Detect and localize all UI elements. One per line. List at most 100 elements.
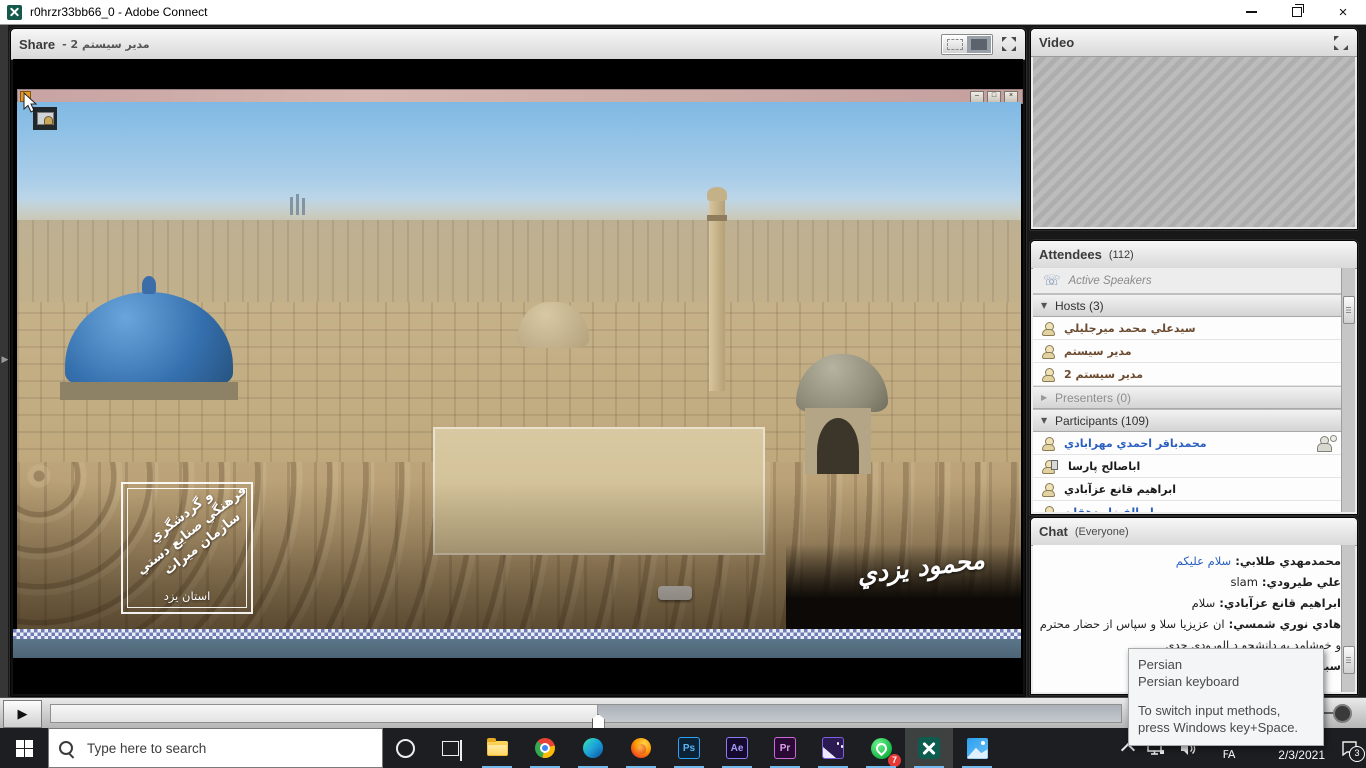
action-center-button[interactable]: 3 (1332, 728, 1366, 768)
whatsapp-icon (871, 738, 892, 759)
taskbar-photos[interactable] (953, 728, 1001, 768)
attendee-avatar-icon (1041, 482, 1056, 497)
chat-sender: ابراهيم قانع عزآبادي (1215, 596, 1341, 610)
window-controls: × (1228, 0, 1366, 24)
task-view-button[interactable] (427, 728, 473, 768)
video-fullscreen-icon[interactable] (1333, 35, 1349, 51)
participant-row[interactable]: ابراهيم قانع عزآبادي (1033, 478, 1355, 501)
shared-maximize-icon: □ (987, 91, 1001, 103)
participant-name: ابوالفضل دهقان (1064, 506, 1154, 513)
full-screen-view-button[interactable] (967, 36, 991, 53)
attendee-avatar-icon (1041, 367, 1056, 382)
taskbar-premiere[interactable]: Pr (761, 728, 809, 768)
edge-icon (583, 738, 603, 758)
host-row[interactable]: مدير سيستم 2 (1033, 363, 1355, 386)
task-view-icon (442, 741, 459, 756)
window-title: r0hrzr33bb66_0 - Adobe Connect (30, 5, 207, 19)
restore-icon (1292, 7, 1302, 17)
play-button[interactable]: ▶ (3, 700, 42, 728)
chat-scope: (Everyone) (1075, 526, 1129, 538)
mobile-device-icon (1051, 460, 1058, 470)
taskbar-search-input[interactable] (85, 740, 372, 757)
chat-scrollbar-thumb[interactable] (1343, 646, 1355, 674)
taskbar-firefox[interactable] (617, 728, 665, 768)
tooltip-hint: To switch input methods, press Windows k… (1138, 702, 1314, 736)
input-method-tooltip: Persian Persian keyboard To switch input… (1128, 648, 1324, 746)
chat-text: سلام (1192, 596, 1216, 610)
video-pod-title: Video (1039, 35, 1074, 50)
host-row[interactable]: سيدعلي محمد ميرجليلي (1033, 317, 1355, 340)
tooltip-spacer (1138, 690, 1314, 702)
firefox-icon (631, 738, 651, 758)
raised-hand-icon (1315, 435, 1337, 451)
presenter-view-button[interactable] (943, 36, 967, 53)
search-icon (59, 741, 73, 755)
seek-progress (51, 705, 598, 722)
presenters-section-header[interactable]: ▶ Presenters (0) (1033, 386, 1355, 409)
video-pod-empty-area (1033, 57, 1355, 227)
shared-video-frame: و گردشگري فرهنگي صنايع دستي سازمان ميراث… (17, 102, 1021, 629)
taskbar-chrome[interactable] (521, 728, 569, 768)
chat-sender: علي طيرودي (1258, 575, 1341, 589)
attendees-list: ☏ Active Speakers ▼ Hosts (3) سيدعلي محم… (1033, 268, 1355, 512)
attendee-avatar-icon (1041, 321, 1056, 336)
adobe-connect-icon (918, 737, 940, 759)
volume-knob[interactable] (1333, 704, 1352, 723)
taskbar-adobe-app[interactable] (809, 728, 857, 768)
chat-text: سلام عليكم (1176, 554, 1231, 568)
attendees-scrollbar-thumb[interactable] (1343, 296, 1355, 324)
hosts-section-header[interactable]: ▼ Hosts (3) (1033, 294, 1355, 317)
close-button[interactable]: × (1320, 0, 1366, 24)
phone-icon: ☏ (1043, 273, 1061, 289)
attendee-avatar-icon (1041, 436, 1056, 451)
file-explorer-icon (487, 741, 508, 756)
taskbar-adobe-connect[interactable] (905, 728, 953, 768)
participants-label: Participants (109) (1055, 414, 1149, 428)
taskbar-edge[interactable] (569, 728, 617, 768)
host-name: مدير سيستم (1064, 345, 1132, 358)
participant-row[interactable]: ابوالفضل دهقان (1033, 501, 1355, 512)
video-pod: Video (1030, 28, 1358, 230)
taskbar-search[interactable] (48, 728, 383, 768)
share-pod: Share مدير سيستم 2 - ▶ – □ × (10, 28, 1026, 697)
notification-badge: 3 (1349, 746, 1365, 762)
tooltip-language: Persian (1138, 656, 1314, 673)
participant-row[interactable]: اباصالح پارسا (1033, 455, 1355, 478)
cortana-button[interactable] (383, 728, 427, 768)
taskbar-whatsapp[interactable]: 7 (857, 728, 905, 768)
chat-message: ابراهيم قانع عزآباديسلام (1039, 593, 1345, 614)
presenters-label: Presenters (0) (1055, 391, 1131, 405)
collapse-triangle-icon: ▼ (1041, 301, 1055, 310)
taskbar-after-effects[interactable]: Ae (713, 728, 761, 768)
participant-row[interactable]: محمدباقر احمدي مهرابادي (1033, 432, 1355, 455)
panel-expander-arrow[interactable]: ▶ (0, 351, 10, 369)
chat-message: محمدمهدي طلابيسلام عليكم (1039, 551, 1345, 572)
host-row[interactable]: مدير سيستم (1033, 340, 1355, 363)
chat-pod-title: Chat (1039, 524, 1068, 539)
participant-name: اباصالح پارسا (1068, 460, 1140, 473)
start-button[interactable] (0, 728, 48, 768)
attendees-pod-title: Attendees (1039, 247, 1102, 262)
chat-scrollbar[interactable] (1341, 545, 1355, 692)
clock-date: 2/3/2021 (1278, 748, 1325, 763)
share-pod-header: Share مدير سيستم 2 - (11, 29, 1025, 60)
attendees-scrollbar[interactable] (1341, 268, 1355, 512)
minimize-button[interactable] (1228, 0, 1274, 24)
cortana-icon (396, 739, 415, 758)
heritage-logo-calligraphy: و گردشگري فرهنگي صنايع دستي سازمان ميراث (127, 488, 247, 594)
taskbar-photoshop[interactable]: Ps (665, 728, 713, 768)
taskbar-file-explorer[interactable] (473, 728, 521, 768)
seek-bar[interactable] (50, 704, 1122, 723)
active-speakers-row[interactable]: ☏ Active Speakers (1033, 268, 1355, 294)
participants-section-header[interactable]: ▼ Participants (109) (1033, 409, 1355, 432)
chat-sender: محمدمهدي طلابي (1231, 554, 1341, 568)
adobe-connect-app-icon (7, 5, 22, 20)
restore-button[interactable] (1274, 0, 1320, 24)
active-speakers-label: Active Speakers (1069, 275, 1152, 287)
attendee-avatar-icon (1041, 505, 1056, 513)
screen-share-indicator-icon (33, 107, 57, 130)
video-pod-header: Video (1031, 29, 1357, 57)
share-fullscreen-icon[interactable] (1001, 36, 1017, 52)
photoshop-icon: Ps (678, 737, 700, 759)
chat-sender: هادي نوري شمسي (1225, 617, 1341, 631)
